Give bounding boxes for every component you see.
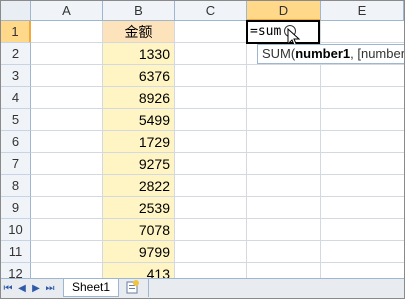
function-tooltip: SUM(number1, [number bbox=[257, 44, 405, 64]
column-header-c[interactable]: C bbox=[175, 1, 247, 21]
row-header-10[interactable]: 10 bbox=[1, 219, 31, 241]
last-sheet-icon[interactable]: ⏭ bbox=[45, 283, 55, 295]
cell-b4[interactable]: 8926 bbox=[103, 87, 175, 109]
grid-row-line bbox=[31, 196, 404, 197]
next-sheet-icon[interactable]: ▶ bbox=[31, 283, 41, 295]
row-header-4[interactable]: 4 bbox=[1, 87, 31, 109]
grid-row-line bbox=[31, 240, 404, 241]
insert-sheet-icon bbox=[126, 280, 139, 294]
cell-b1[interactable]: 金额 bbox=[103, 21, 175, 43]
tooltip-remaining-args: , [number bbox=[350, 46, 405, 61]
select-all-corner[interactable] bbox=[1, 1, 31, 21]
row-header-7[interactable]: 7 bbox=[1, 153, 31, 175]
tab-sheet1[interactable]: Sheet1 bbox=[63, 279, 119, 297]
cell-b10[interactable]: 7078 bbox=[103, 219, 175, 241]
active-cell-d1[interactable]: =sum bbox=[246, 20, 320, 44]
grid-row-line bbox=[31, 262, 404, 263]
spreadsheet-window: A B C D E 1 2 3 4 5 6 7 8 9 10 11 12 金额 … bbox=[0, 0, 405, 299]
formula-text: =sum bbox=[250, 24, 282, 39]
row-header-3[interactable]: 3 bbox=[1, 65, 31, 87]
cell-b9[interactable]: 2539 bbox=[103, 197, 175, 219]
row-header-2[interactable]: 2 bbox=[1, 43, 31, 65]
grid-row-line bbox=[31, 130, 404, 131]
row-header-8[interactable]: 8 bbox=[1, 175, 31, 197]
column-header-e[interactable]: E bbox=[321, 1, 404, 21]
row-header-9[interactable]: 9 bbox=[1, 197, 31, 219]
tooltip-function-name: SUM( bbox=[262, 46, 296, 61]
grid-row-line bbox=[31, 42, 404, 43]
cell-b7[interactable]: 9275 bbox=[103, 153, 175, 175]
row-header-1[interactable]: 1 bbox=[1, 21, 31, 43]
grid-row-line bbox=[31, 218, 404, 219]
column-header-b[interactable]: B bbox=[103, 1, 175, 21]
insert-sheet-button[interactable] bbox=[119, 279, 149, 297]
row-header-6[interactable]: 6 bbox=[1, 131, 31, 153]
cell-b3[interactable]: 6376 bbox=[103, 65, 175, 87]
cell-b11[interactable]: 9799 bbox=[103, 241, 175, 263]
row-header-5[interactable]: 5 bbox=[1, 109, 31, 131]
cell-b5[interactable]: 5499 bbox=[103, 109, 175, 131]
cell-b8[interactable]: 2822 bbox=[103, 175, 175, 197]
row-header-11[interactable]: 11 bbox=[1, 241, 31, 263]
grid-row-line bbox=[31, 64, 404, 65]
first-sheet-icon[interactable]: ⏮ bbox=[3, 283, 13, 295]
grid-row-line bbox=[31, 174, 404, 175]
sheet-tab-bar: ⏮ ◀ ▶ ⏭ Sheet1 bbox=[1, 278, 404, 298]
column-header-d[interactable]: D bbox=[247, 1, 321, 21]
cell-b2[interactable]: 1330 bbox=[103, 43, 175, 65]
grid-row-line bbox=[31, 152, 404, 153]
grid-row-line bbox=[31, 86, 404, 87]
column-header-a[interactable]: A bbox=[31, 1, 103, 21]
prev-sheet-icon[interactable]: ◀ bbox=[17, 283, 27, 295]
tooltip-current-arg[interactable]: number1 bbox=[295, 46, 350, 61]
grid-row-line bbox=[31, 108, 404, 109]
cell-b6[interactable]: 1729 bbox=[103, 131, 175, 153]
